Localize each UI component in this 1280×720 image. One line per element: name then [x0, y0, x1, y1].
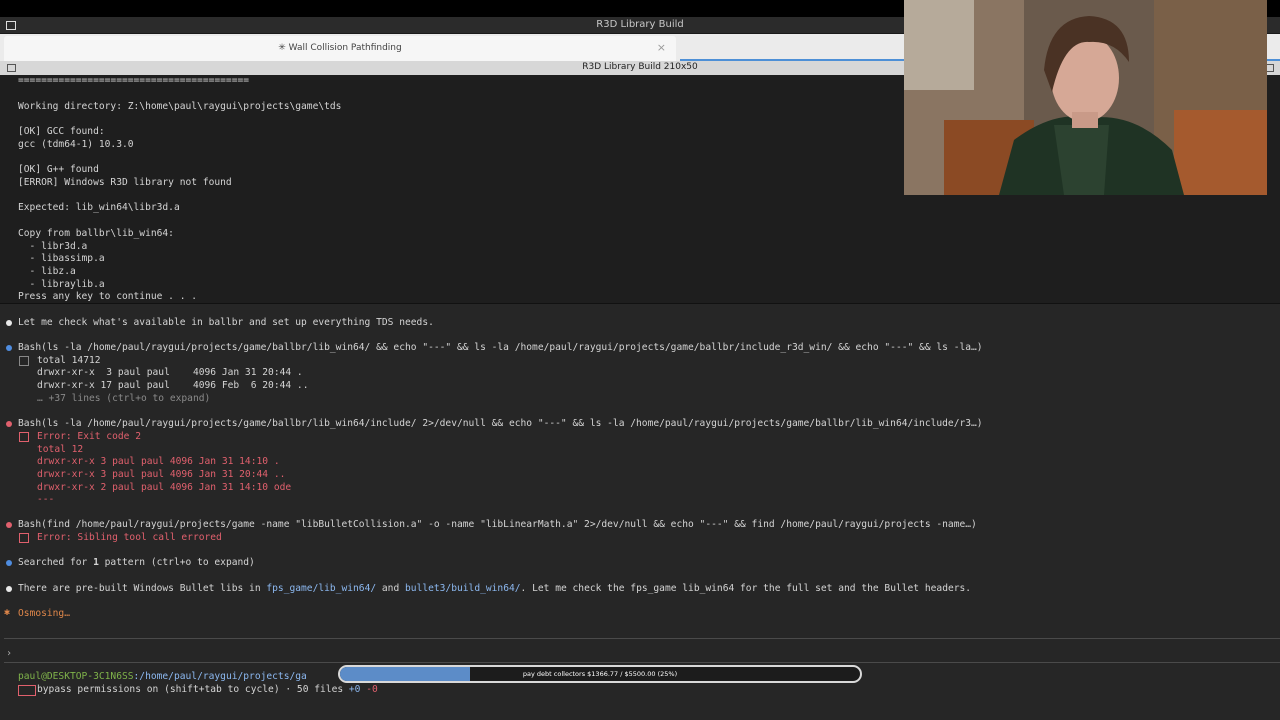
- cmd-line: - libz.a: [18, 266, 76, 277]
- bash-command[interactable]: Bash(ls -la /home/paul/raygui/projects/g…: [18, 418, 983, 430]
- tab-wall-collision[interactable]: ✳ Wall Collision Pathfinding ×: [4, 36, 676, 61]
- assistant-bullet-icon: [6, 320, 12, 326]
- msg-text: . Let me check the fps_game lib_win64 fo…: [520, 583, 972, 594]
- error-line: drwxr-xr-x 2 paul paul 4096 Jan 31 14:10…: [37, 482, 292, 493]
- error-line: drwxr-xr-x 3 paul paul 4096 Jan 31 20:44…: [37, 469, 286, 480]
- cmd-line: - libassimp.a: [18, 253, 105, 264]
- mode-text: bypass permissions on (shift+tab to cycl…: [37, 684, 349, 695]
- search-summary[interactable]: Searched for 1 pattern (ctrl+o to expand…: [18, 557, 255, 569]
- assistant-message: Let me check what's available in ballbr …: [18, 317, 434, 328]
- bash-command[interactable]: Bash(find /home/paul/raygui/projects/gam…: [18, 519, 977, 531]
- output-hook-icon: [19, 533, 29, 543]
- bash-output-line: drwxr-xr-x 3 paul paul 4096 Jan 31 20:44…: [37, 367, 303, 378]
- permissions-mode-icon: [18, 685, 36, 696]
- search-prefix: Searched for: [18, 557, 94, 568]
- bash-output-line: total 14712: [37, 355, 101, 366]
- cmd-line: [ERROR] Windows R3D library not found: [18, 177, 232, 188]
- mode-line[interactable]: bypass permissions on (shift+tab to cycl…: [37, 684, 378, 696]
- output-hook-icon: [19, 432, 29, 442]
- tool-bullet-icon: [6, 345, 12, 351]
- search-suffix: pattern (ctrl+o to expand): [98, 557, 255, 568]
- bash-command[interactable]: Bash(ls -la /home/paul/raygui/projects/g…: [18, 342, 983, 354]
- prompt-input[interactable]: ›: [6, 648, 12, 659]
- prompt-bottom-divider: [4, 662, 1280, 663]
- webcam-overlay: [904, 0, 1267, 195]
- cmd-line: gcc (tdm64-1) 10.3.0: [18, 139, 134, 150]
- cmd-line: Copy from ballbr\lib_win64:: [18, 228, 174, 239]
- error-line: total 12: [37, 444, 84, 455]
- path-link[interactable]: fps_game/lib_win64/: [266, 583, 376, 594]
- path-link[interactable]: bullet3/build_win64/: [405, 583, 521, 594]
- cmd-line: Expected: lib_win64\libr3d.a: [18, 202, 180, 213]
- shell-prompt: paul@DESKTOP-3C1N6SS:/home/paul/raygui/p…: [18, 671, 307, 682]
- cmd-line: Working directory: Z:\home\paul\raygui\p…: [18, 101, 342, 112]
- diff-removed: -0: [366, 684, 378, 695]
- status-text: Osmosing…: [18, 608, 70, 619]
- spinner-icon: ✱: [4, 607, 11, 618]
- tool-error-bullet-icon: [6, 421, 12, 427]
- assistant-bullet-icon: [6, 586, 12, 592]
- cmd-line: [OK] GCC found:: [18, 126, 105, 137]
- tab-label: ✳ Wall Collision Pathfinding: [278, 43, 402, 53]
- msg-text: There are pre-built Windows Bullet libs …: [18, 583, 267, 594]
- prompt-top-divider: [4, 638, 1280, 639]
- cmd-line: [OK] G++ found: [18, 164, 99, 175]
- error-line: Error: Sibling tool call errored: [37, 532, 222, 543]
- diff-added: +0: [348, 684, 361, 695]
- shell-path: :/home/paul/raygui/projects/ga: [133, 671, 307, 682]
- expand-hint[interactable]: … +37 lines (ctrl+o to expand): [37, 393, 210, 405]
- msg-text: and: [376, 583, 406, 594]
- goal-progress-bar: pay debt collectors $1366.77 / $5500.00 …: [338, 665, 862, 683]
- assistant-message: There are pre-built Windows Bullet libs …: [18, 583, 971, 595]
- cmd-line: - libr3d.a: [18, 241, 88, 252]
- output-hook-icon: [19, 356, 29, 366]
- error-line: drwxr-xr-x 3 paul paul 4096 Jan 31 14:10…: [37, 456, 280, 467]
- error-line: Error: Exit code 2: [37, 431, 141, 442]
- cmd-line: ========================================: [18, 75, 250, 86]
- cmd-line: Press any key to continue . . .: [18, 291, 198, 302]
- shell-user: paul@DESKTOP-3C1N6SS: [18, 671, 134, 682]
- webcam-image: [904, 0, 1267, 195]
- progress-label: pay debt collectors $1366.77 / $5500.00 …: [522, 670, 678, 678]
- bash-output-line: drwxr-xr-x 17 paul paul 4096 Feb 6 20:44…: [37, 380, 309, 391]
- tool-bullet-icon: [6, 560, 12, 566]
- error-line: ---: [37, 494, 55, 505]
- cmd-line: - libraylib.a: [18, 279, 105, 290]
- tab-close-icon[interactable]: ×: [657, 41, 666, 54]
- tool-error-bullet-icon: [6, 522, 12, 528]
